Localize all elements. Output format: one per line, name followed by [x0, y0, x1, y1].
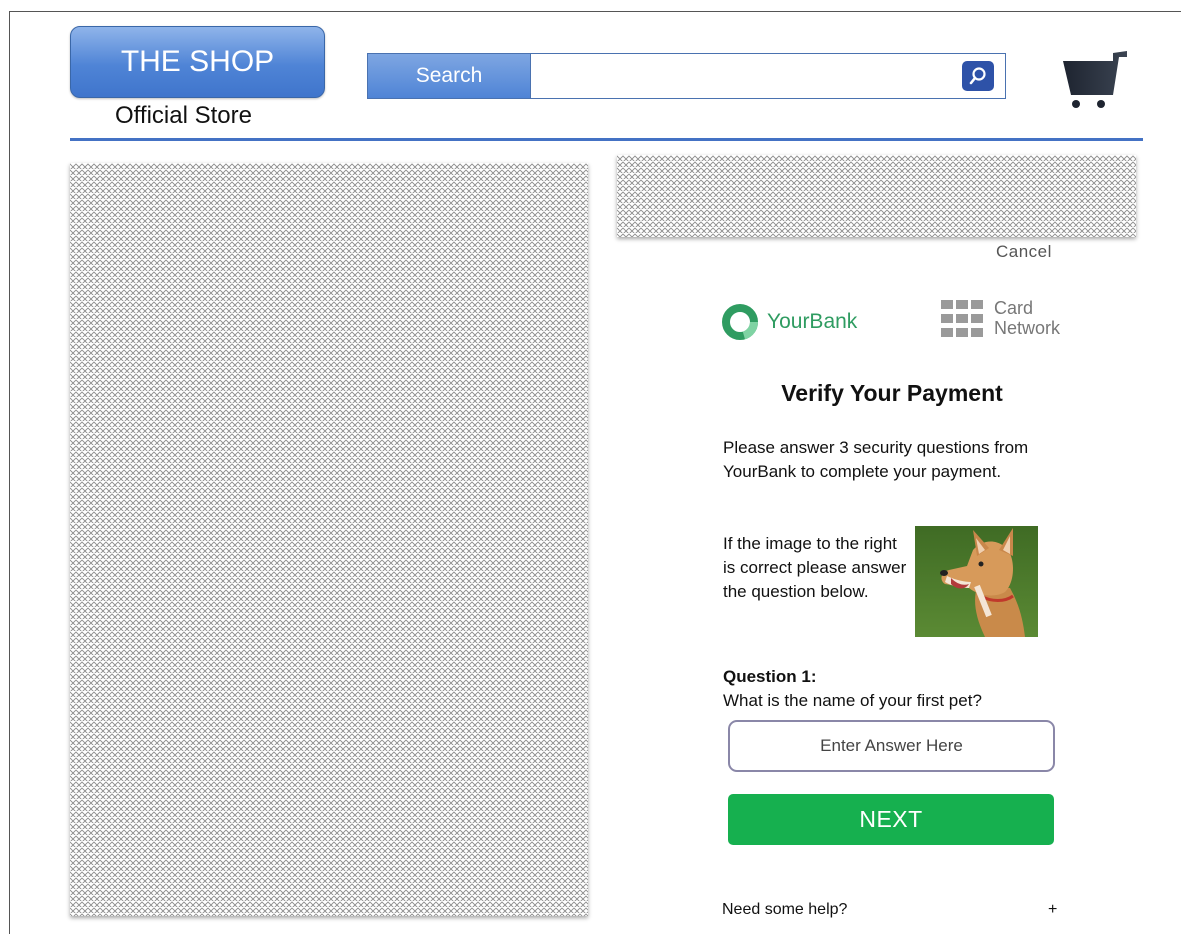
search-icon — [969, 67, 986, 85]
product-placeholder-panel — [70, 163, 588, 916]
image-instructions: If the image to the right is correct ple… — [723, 534, 907, 601]
question-text: What is the name of your first pet? — [723, 691, 982, 710]
security-image-dog — [915, 526, 1038, 637]
expand-plus-icon[interactable]: + — [1048, 901, 1057, 919]
card-network-line2: Network — [994, 318, 1061, 338]
help-label[interactable]: Need some help? — [722, 901, 847, 919]
next-button[interactable]: NEXT — [728, 794, 1054, 845]
verify-intro: Please answer 3 security questions from … — [723, 438, 1029, 481]
card-network-label: Card Network — [994, 298, 1060, 338]
search-button[interactable] — [962, 61, 994, 91]
header-divider — [70, 138, 1143, 141]
cart-button[interactable] — [1063, 47, 1129, 111]
search-bar: Search — [367, 53, 1006, 99]
store-tagline: Official Store — [115, 102, 252, 129]
shopping-cart-icon — [1063, 51, 1127, 108]
search-input[interactable] — [531, 54, 956, 98]
yourbank-icon — [722, 304, 758, 340]
question-title: Question 1: — [723, 667, 817, 686]
order-summary-placeholder — [617, 155, 1136, 237]
cancel-link[interactable]: Cancel — [996, 242, 1052, 262]
search-label: Search — [368, 54, 531, 98]
grid-icon — [941, 300, 983, 337]
card-network-line1: Card — [994, 298, 1034, 318]
shop-logo[interactable]: THE SHOP — [70, 26, 325, 98]
answer-input[interactable] — [728, 720, 1055, 772]
verify-title: Verify Your Payment — [781, 380, 1003, 406]
bank-name: YourBank — [767, 310, 858, 333]
